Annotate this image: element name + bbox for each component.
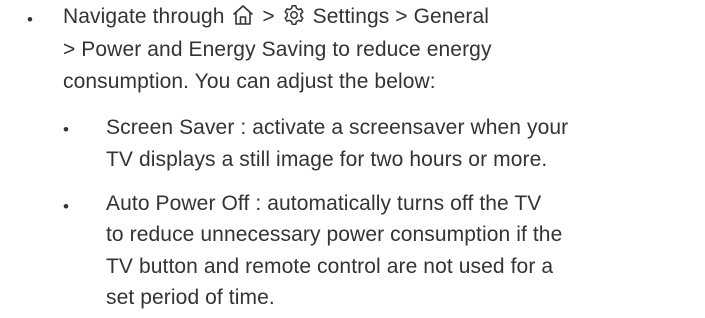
bullet-screen-saver: • [63, 120, 69, 139]
main-line-1: Navigate through > Settings > General [63, 3, 489, 31]
nav-separator: > [262, 5, 275, 28]
main-line-2: > Power and Energy Saving to reduce ener… [63, 38, 492, 61]
auto-power-off-line-1: Auto Power Off : automatically turns off… [106, 192, 542, 215]
bullet-main: • [27, 10, 33, 29]
auto-power-off-line-4: set period of time. [106, 286, 275, 309]
gear-icon [283, 4, 305, 26]
home-icon [232, 4, 254, 26]
nav-text-settings-general: Settings > General [312, 5, 489, 28]
auto-power-off-line-3: TV button and remote control are not use… [106, 255, 554, 278]
bullet-auto-power-off: • [63, 197, 69, 216]
nav-text-prefix: Navigate through [63, 5, 225, 28]
screen-saver-line-1: Screen Saver : activate a screensaver wh… [106, 116, 569, 139]
instruction-document: • Navigate through > Settings > General … [0, 0, 705, 318]
main-line-3: consumption. You can adjust the below: [63, 70, 436, 93]
auto-power-off-line-2: to reduce unnecessary power consumption … [106, 223, 563, 246]
screen-saver-line-2: TV displays a still image for two hours … [106, 148, 548, 171]
